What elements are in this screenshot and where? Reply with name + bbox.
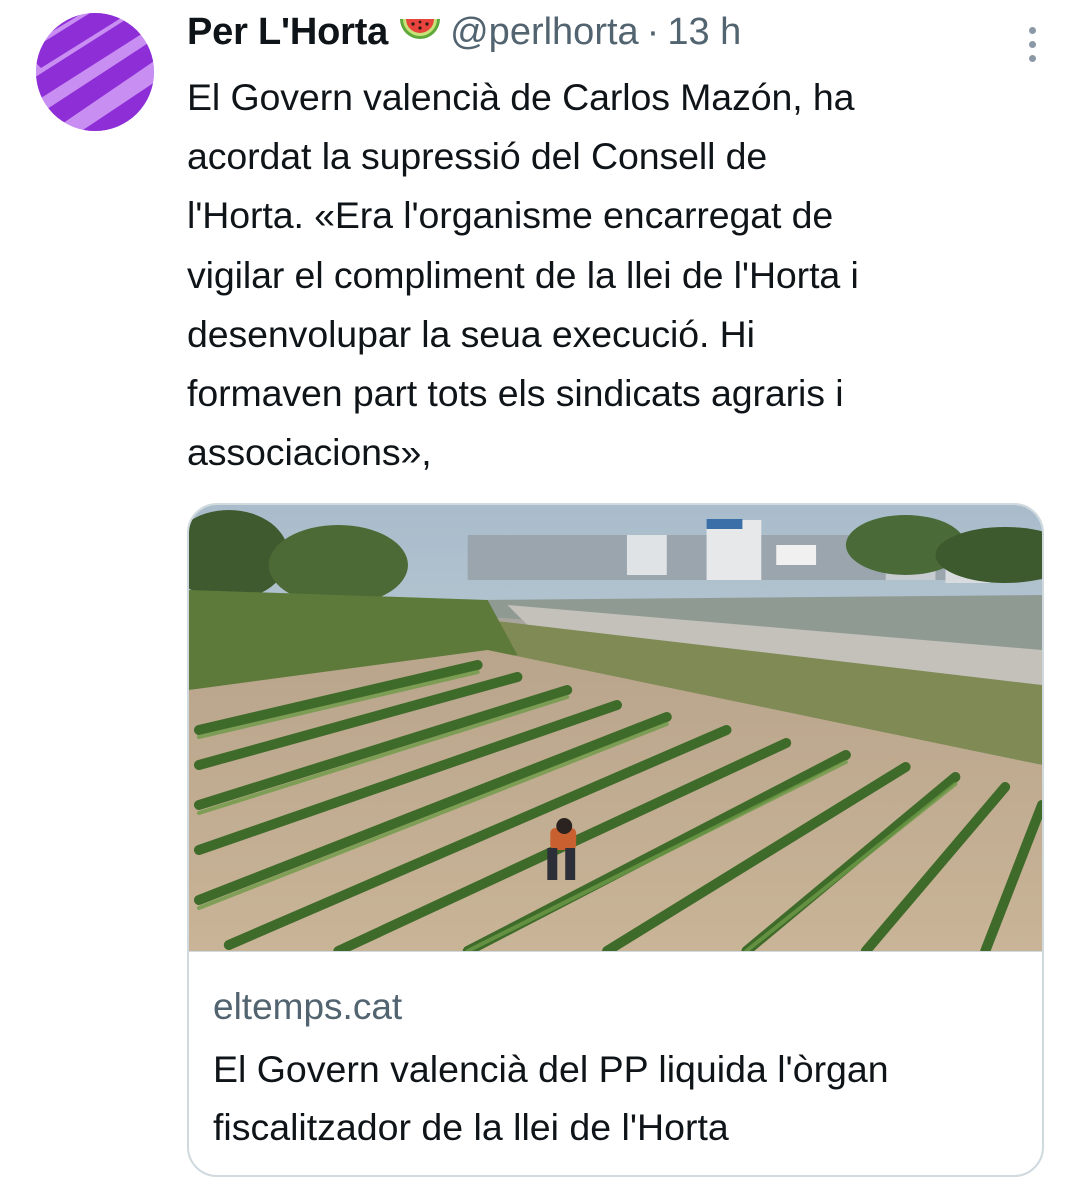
display-name[interactable]: Per L'Horta	[187, 11, 388, 54]
tweet-text-line: associacions»,	[187, 431, 432, 474]
more-vertical-icon-dot	[1028, 40, 1036, 48]
watermelon-emoji-icon	[398, 13, 442, 52]
tweet-text-line: vigilar el compliment de la llei de l'Ho…	[187, 253, 859, 296]
separator-dot: ·	[646, 11, 660, 53]
card-title-line: fiscalitzador de la llei de l'Horta	[213, 1106, 729, 1148]
tweet-text-line: acordat la supressió del Consell de	[187, 135, 768, 178]
card-title: El Govern valencià del PP liquida l'òrga…	[213, 1040, 1018, 1156]
more-options-button[interactable]	[1014, 14, 1050, 74]
tweet-text-line: formaven part tots els sindicats agraris…	[187, 372, 844, 415]
more-vertical-icon-dot	[1028, 54, 1036, 62]
tweet-text-line: l'Horta. «Era l'organisme encarregat de	[187, 194, 834, 237]
avatar[interactable]	[36, 13, 154, 131]
more-vertical-icon	[1028, 26, 1036, 34]
handle[interactable]: @perlhorta	[450, 11, 639, 54]
avatar-stripes-icon	[36, 13, 154, 131]
tweet-text: El Govern valencià de Carlos Mazón, ha a…	[187, 68, 1037, 482]
timestamp[interactable]: 13 h	[667, 11, 741, 54]
card-title-line: El Govern valencià del PP liquida l'òrga…	[213, 1048, 889, 1090]
card-meta: eltemps.cat El Govern valencià del PP li…	[189, 952, 1042, 1156]
link-card[interactable]: eltemps.cat El Govern valencià del PP li…	[187, 503, 1044, 1177]
tweet-header: Per L'Horta @perlhorta · 13 h	[187, 10, 1050, 62]
tweet: Per L'Horta @perlhorta · 13 h El Govern …	[187, 10, 1050, 482]
tweet-text-line: desenvolupar la seua execució. Hi	[187, 312, 755, 355]
card-image[interactable]	[189, 505, 1042, 952]
tweet-text-line: El Govern valencià de Carlos Mazón, ha	[187, 76, 855, 118]
card-domain: eltemps.cat	[213, 986, 403, 1027]
